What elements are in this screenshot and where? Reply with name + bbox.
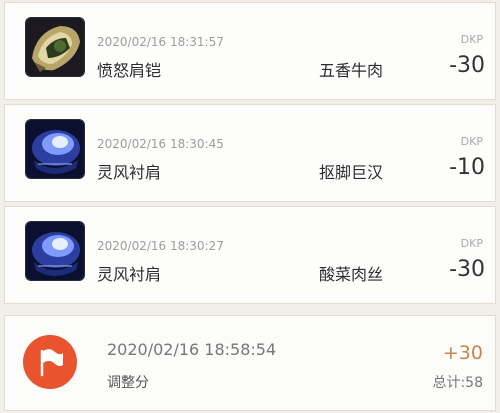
loot-record-card[interactable]: 2020/02/16 18:30:27 灵风衬肩 酸菜肉丝 DKP -30 xyxy=(4,206,496,304)
dkp-record-list: 2020/02/16 18:31:57 愤怒肩铠 五香牛肉 DKP -30 20… xyxy=(0,0,500,413)
record-time: 2020/02/16 18:31:57 xyxy=(97,35,224,49)
record-time: 2020/02/16 18:30:27 xyxy=(97,239,224,253)
gold-shoulder-armor-icon xyxy=(25,17,85,77)
dkp-value: -30 xyxy=(449,53,485,78)
blue-glow-shoulder-icon xyxy=(25,221,85,281)
blue-glow-shoulder-icon xyxy=(25,119,85,179)
adjustment-value: +30 xyxy=(442,342,483,364)
dkp-adjustment-card[interactable]: 2020/02/16 18:58:54 调整分 +30 总计:58 xyxy=(4,315,496,411)
adjustment-total: 总计:58 xyxy=(432,375,483,391)
loot-record-card[interactable]: 2020/02/16 18:30:45 灵风衬肩 抠脚巨汉 DKP -10 xyxy=(4,104,496,202)
player-name: 抠脚巨汉 xyxy=(319,163,384,182)
record-time: 2020/02/16 18:30:45 xyxy=(97,137,224,151)
adjustment-label: 调整分 xyxy=(107,375,149,391)
dkp-label: DKP xyxy=(460,33,483,46)
player-name: 酸菜肉丝 xyxy=(319,265,384,284)
dkp-label: DKP xyxy=(460,237,483,250)
adjustment-time: 2020/02/16 18:58:54 xyxy=(107,340,277,359)
item-name: 愤怒肩铠 xyxy=(97,61,162,80)
flag-icon xyxy=(23,335,77,389)
dkp-value: -10 xyxy=(449,155,485,180)
player-name: 五香牛肉 xyxy=(319,61,384,80)
loot-record-card[interactable]: 2020/02/16 18:31:57 愤怒肩铠 五香牛肉 DKP -30 xyxy=(4,2,496,100)
item-name: 灵风衬肩 xyxy=(97,265,162,284)
dkp-label: DKP xyxy=(460,135,483,148)
item-name: 灵风衬肩 xyxy=(97,163,162,182)
dkp-value: -30 xyxy=(449,257,485,282)
